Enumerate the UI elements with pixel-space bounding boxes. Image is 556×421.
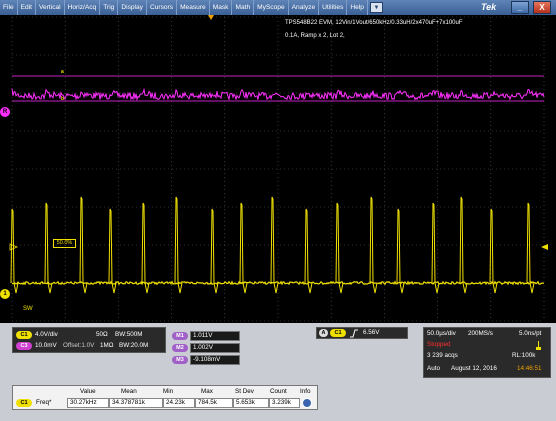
acquisition-count: 3 239 acqs [427,352,458,359]
math2-badge[interactable]: M2 [172,344,188,352]
ch1-pulse [79,196,88,294]
header-value: Value [80,388,96,395]
ch1-pulse [304,208,313,294]
config-label-line2: 0.1A, Ramp x 2, Lot 2, [285,33,345,39]
trigger-level: 6.56V [363,329,380,336]
measure-mean: 34.378781k [109,398,163,408]
menu-measure[interactable]: Measure [177,0,210,15]
acquisition-status: Stopped [427,341,451,348]
header-mean: Mean [121,388,137,395]
measure-value: 30.27kHz [67,398,109,408]
ch1-pulse [396,208,405,294]
trigger-level-arrow [541,244,548,250]
ref-marker[interactable]: R [0,107,10,117]
ch1-pulse [489,208,498,294]
time-resolution: 5.0ns/pt [519,330,542,337]
horizontal-scale: 50.0µs/div [427,330,456,337]
header-stdev: St Dev [235,388,254,395]
math3-badge[interactable]: M3 [172,356,188,364]
menu-horiz-acq[interactable]: Horiz/Acq [65,0,101,15]
ch3-scale: 10.0mV [35,342,57,349]
ch3-badge[interactable]: C3 [16,342,32,350]
menu-analyze[interactable]: Analyze [289,0,320,15]
sample-rate: 200MS/s [468,330,493,337]
menu-edit[interactable]: Edit [18,0,36,15]
measure-min: 24.23k [163,398,195,408]
trigger-level-flag: 50.0% [53,239,76,248]
single-shot-icon[interactable] [536,341,541,351]
math3-value: -9.108mV [190,355,240,365]
measure-count: 3.239k [269,398,300,408]
sw-label: SW [23,306,33,312]
waveform-display[interactable]: TPS548B22 EVM, 12Vin/1Vout/650kHz/0.33uH… [0,15,556,323]
tek-logo: Tek [481,2,497,12]
ch1-pulse [431,202,440,294]
ch1-impedance: 50Ω [96,331,108,338]
menu-trig[interactable]: Trig [100,0,119,15]
waveform-graticule [9,15,548,322]
close-button[interactable]: X [533,1,551,14]
ch1-pulse [10,208,19,294]
ch3-impedance: 1MΩ [100,342,114,349]
trigger-mode: Auto [427,365,440,372]
channel-settings-box[interactable]: C1 4.0V/div 50Ω BW:500M C3 10.0mV Offset… [12,327,166,353]
menu-mask[interactable]: Mask [210,0,233,15]
math2-value: 1.002V [190,343,240,353]
math1-badge[interactable]: M1 [172,332,188,340]
ch1-bandwidth: BW:500M [115,331,143,338]
info-icon[interactable] [302,398,312,408]
ch3-offset: Offset:1.0V [63,342,95,349]
trigger-position-marker [208,15,214,20]
header-count: Count [270,388,287,395]
menu-display[interactable]: Display [118,0,147,15]
cursor-b-label: b [61,96,65,102]
minimize-button[interactable]: _ [511,1,529,14]
ch1-pulse [526,202,535,294]
ch1-scale: 4.0V/div [35,331,58,338]
cursor-a-label: a [61,69,64,75]
menu-vertical[interactable]: Vertical [36,0,65,15]
header-max: Max [201,388,213,395]
menu-cursors[interactable]: Cursors [147,0,178,15]
ch1-pulse [210,208,219,294]
config-label-line1: TPS548B22 EVM, 12Vin/1Vout/650kHz/0.33uH… [285,20,463,26]
menu-file[interactable]: File [0,0,18,15]
ch1-pulse [335,202,344,294]
measurement-stats-table[interactable]: Value Mean Min Max St Dev Count Info C1 … [12,385,318,410]
trigger-mode-badge: A [319,329,328,337]
header-info: Info [300,388,311,395]
ch1-pulse [459,196,468,294]
header-min: Min [163,388,174,395]
ch1-pulse [108,208,117,294]
ch1-pulse [141,202,150,294]
chevron-down-icon[interactable]: ▼ [369,2,383,13]
trigger-source-badge: C1 [330,329,346,337]
acquisition-date: August 12, 2016 [451,365,497,372]
menu-math[interactable]: Math [232,0,255,15]
ch1-pulse [44,202,53,294]
measure-source-badge[interactable]: C1 [16,399,32,407]
menu-bar: File Edit Vertical Horiz/Acq Trig Displa… [0,0,556,15]
ch1-pulse [369,196,378,294]
ch1-pulse [239,202,248,294]
trigger-settings-box[interactable]: A C1 6.56V [316,327,408,339]
record-length: RL:100k [512,352,536,359]
horizontal-settings-box[interactable]: 50.0µs/div 200MS/s 5.0ns/pt Stopped 3 23… [423,327,551,378]
readout-panel: C1 4.0V/div 50Ω BW:500M C3 10.0mV Offset… [0,323,556,421]
menu-help[interactable]: Help [347,0,368,15]
measure-max: 784.5k [195,398,233,408]
math1-value: 1.011V [190,331,240,341]
acquisition-time: 14:46:51 [517,365,542,372]
ch1-badge[interactable]: C1 [16,331,32,339]
rising-edge-icon [350,329,358,338]
measure-stdev: 5.653k [233,398,269,408]
ch3-bandwidth: BW:20.0M [119,342,149,349]
menu-myscope[interactable]: MyScope [254,0,289,15]
menu-utilities[interactable]: Utilities [319,0,348,15]
ch1-ground-marker[interactable]: 1 [0,289,10,299]
measure-name: Freq* [36,399,52,406]
